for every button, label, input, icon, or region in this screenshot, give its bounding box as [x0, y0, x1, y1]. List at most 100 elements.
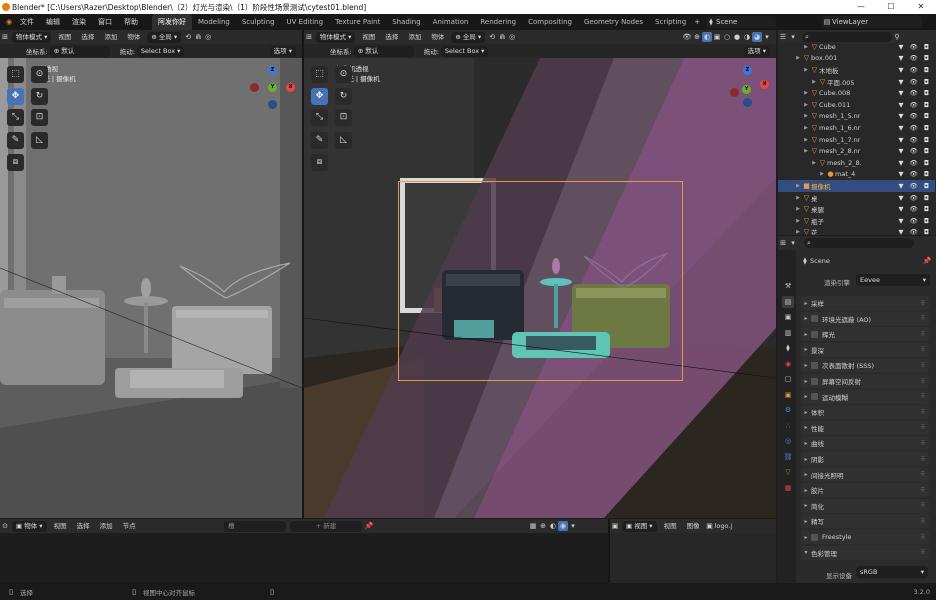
drag-handle-icon[interactable]: ⠿	[921, 331, 925, 338]
visibility-toggles-icon[interactable]: ▼ 👁 ◘	[898, 101, 931, 109]
add-cube-tool[interactable]: ⧈	[7, 154, 24, 171]
gizmo-y-axis[interactable]: Y	[742, 85, 751, 94]
visibility-toggles-icon[interactable]: ▼ 👁 ◘	[898, 89, 931, 97]
expand-arrow-icon[interactable]: ▶	[810, 160, 818, 166]
minimize-icon[interactable]: —	[846, 0, 876, 14]
proportional-edit-icon[interactable]: ◎	[507, 32, 517, 42]
tab-compositing[interactable]: Compositing	[522, 14, 578, 30]
panel-header[interactable]: ▸ 曲线 ⠿	[801, 436, 929, 451]
editor-type-icon[interactable]: ⊞	[778, 238, 788, 248]
cursor-tool[interactable]: ⊙	[335, 66, 352, 83]
drag-handle-icon[interactable]: ⠿	[921, 393, 925, 400]
drag-dropdown[interactable]: Select Box ▾	[136, 45, 185, 57]
pin-icon[interactable]: 📌	[364, 521, 374, 531]
solid-shading-icon[interactable]: ●	[732, 32, 742, 42]
drag-handle-icon[interactable]: ⠿	[921, 424, 925, 431]
menu-render[interactable]: 渲染	[66, 14, 92, 30]
panel-header[interactable]: ▸ 阴影 ⠿	[801, 452, 929, 466]
image-editor-canvas[interactable]	[610, 533, 776, 583]
editor-type-icon[interactable]: ▣	[610, 521, 620, 531]
visibility-icon[interactable]: 👁	[682, 32, 692, 42]
measure-tool[interactable]: ◺	[31, 132, 48, 149]
menu-help[interactable]: 帮助	[118, 14, 144, 30]
drag-handle-icon[interactable]: ⠿	[921, 502, 925, 509]
snap-icon[interactable]: ⋒	[193, 32, 203, 42]
tab-modeling[interactable]: Modeling	[192, 14, 236, 30]
drag-handle-icon[interactable]: ⠿	[921, 409, 925, 416]
visibility-toggles-icon[interactable]: ▼ 👁 ◘	[898, 170, 931, 178]
move-tool[interactable]: ✥	[311, 88, 328, 105]
collection-tab-icon[interactable]: ▢	[782, 373, 794, 385]
visibility-toggles-icon[interactable]: ▼ 👁 ◘	[898, 78, 931, 86]
view-layer-tab-icon[interactable]: ▥	[782, 327, 794, 339]
expand-arrow-icon[interactable]: ▶	[802, 125, 810, 131]
visibility-toggles-icon[interactable]: ▼ 👁 ◘	[898, 124, 931, 132]
visibility-toggles-icon[interactable]: ▼ 👁 ◘	[898, 159, 931, 167]
constraints-tab-icon[interactable]: ⛓	[782, 451, 794, 463]
menu-file[interactable]: 文件	[14, 14, 40, 30]
panel-header[interactable]: ▸ 景深 ⠿	[801, 342, 929, 357]
properties-search-input[interactable]: ⌕	[804, 238, 914, 248]
outliner-row[interactable]: ▶ ▽ 木地板 ▼ 👁 ◘	[778, 64, 935, 76]
drag-handle-icon[interactable]: ⠿	[921, 378, 925, 385]
expand-arrow-icon[interactable]: ▶	[794, 206, 802, 212]
tab-shading[interactable]: Shading	[386, 14, 426, 30]
area-divider[interactable]	[608, 519, 610, 583]
drag-handle-icon[interactable]: ⠿	[921, 549, 925, 556]
menu-view[interactable]: 视图	[659, 519, 682, 533]
orientation-dropdown[interactable]: ⊕ 全局 ▾	[451, 31, 486, 43]
outliner-row[interactable]: ▶ ▽ Cube.008 ▼ 👁 ◘	[778, 87, 935, 99]
panel-header[interactable]: ▸ 环境光遮蔽 (AO) ⠿	[801, 311, 929, 326]
panel-header[interactable]: ▸ 屏幕空间反射 ⠿	[801, 374, 929, 388]
move-tool[interactable]: ✥	[7, 88, 24, 105]
rendered-shading-icon[interactable]: ◕	[752, 32, 762, 42]
outliner-row[interactable]: ▶ ▽ mesh_1_7.nr ▼ 👁 ◘	[778, 134, 935, 146]
outliner-row[interactable]: ▶ ● mat_4 ▼ 👁 ◘	[778, 169, 935, 181]
panel-header[interactable]: ▸ 精写 ⠿	[801, 514, 929, 529]
tab-sculpting[interactable]: Sculpting	[236, 14, 281, 30]
expand-arrow-icon[interactable]: ▶	[802, 113, 810, 119]
outliner-row[interactable]: ▶ ▽ 桌 ▼ 👁 ◘	[778, 192, 935, 204]
menu-add[interactable]: 添加	[403, 30, 426, 44]
menu-image[interactable]: 图像	[682, 519, 705, 533]
display-device-dropdown[interactable]: sRGB ▾	[856, 566, 928, 578]
gizmo-neg-x-icon[interactable]	[730, 88, 739, 97]
expand-arrow-icon[interactable]: ▶	[794, 229, 802, 235]
menu-object[interactable]: 物体	[122, 30, 145, 44]
visibility-toggles-icon[interactable]: ▼ 👁 ◘	[898, 43, 931, 51]
scene-selector[interactable]: ⧫ Scene	[706, 16, 776, 28]
drag-dropdown[interactable]: Select Box ▾	[440, 45, 489, 57]
scale-tool[interactable]: ⤡	[7, 109, 24, 126]
drag-handle-icon[interactable]: ⠿	[921, 315, 925, 322]
panel-header[interactable]: ▸ 间接光照明 ⠿	[801, 467, 929, 482]
expand-arrow-icon[interactable]: ▶	[802, 90, 810, 96]
maximize-icon[interactable]: ☐	[876, 0, 906, 14]
blender-menu-icon[interactable]: ◉	[4, 17, 14, 27]
proportional-edit-icon[interactable]: ◎	[203, 32, 213, 42]
scale-tool[interactable]: ⤡	[311, 109, 328, 126]
visibility-toggles-icon[interactable]: ▼ 👁 ◘	[898, 136, 931, 144]
outliner-row[interactable]: ▶ ▽ mesh_1_6.nr ▼ 👁 ◘	[778, 122, 935, 134]
object-tab-icon[interactable]: ▣	[782, 389, 794, 401]
panel-header[interactable]: ▸ 胶片 ⠿	[801, 483, 929, 498]
left-viewport[interactable]: 用户透视 (1) 光 | 摄像机 ⬚ ⊙ ✥ ↻ ⤡ ⊡ ✎ ◺ ⧈ Z X Y	[0, 58, 302, 518]
drag-handle-icon[interactable]: ⠿	[921, 518, 925, 525]
overlay-options-icon[interactable]: ▾	[568, 521, 578, 531]
image-browse-icon[interactable]: ▣	[705, 521, 715, 531]
menu-view[interactable]: 视图	[53, 30, 76, 44]
menu-view[interactable]: 视图	[49, 519, 72, 533]
modifier-tab-icon[interactable]: ⚙	[782, 404, 794, 416]
gizmo-x-axis[interactable]: X	[286, 83, 295, 92]
expand-arrow-icon[interactable]: ▶	[794, 195, 802, 201]
annotate-tool[interactable]: ✎	[311, 132, 328, 149]
outliner-row[interactable]: ▶ ▽ 花 ▼ 👁 ◘	[778, 227, 935, 235]
drag-handle-icon[interactable]: ⠿	[921, 471, 925, 478]
backdrop-icon[interactable]: ▦	[528, 521, 538, 531]
pivot-icon[interactable]: ⟲	[487, 32, 497, 42]
outliner-row[interactable]: ▶ ■ 摄像机 ▼ 👁 ◘	[778, 180, 935, 192]
gizmo-neg-z-icon[interactable]	[268, 100, 277, 109]
new-material-button[interactable]: + 新建	[290, 520, 362, 532]
panel-enable-checkbox[interactable]	[811, 533, 818, 541]
outliner-row[interactable]: ▶ ▽ 平面.005 ▼ 👁 ◘	[778, 76, 935, 88]
menu-select[interactable]: 选择	[72, 519, 95, 533]
